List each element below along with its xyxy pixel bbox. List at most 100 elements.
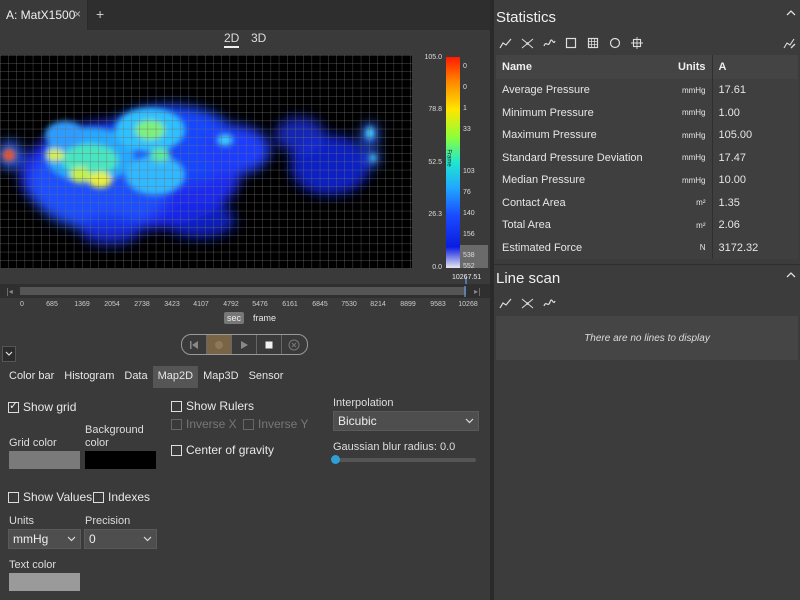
- checkbox-box: [171, 444, 182, 456]
- edit-chart-icon[interactable]: [782, 36, 796, 50]
- colorbar-value: 0: [463, 63, 467, 70]
- unit-sec-button[interactable]: sec: [224, 312, 245, 324]
- tab-color-bar[interactable]: Color bar: [4, 366, 59, 388]
- column-header-units[interactable]: Units: [667, 55, 713, 79]
- skip-to-start-button[interactable]: [182, 335, 207, 354]
- colorbar-value: 156: [463, 231, 475, 238]
- stop-button[interactable]: [257, 335, 282, 354]
- column-header-name[interactable]: Name: [496, 55, 668, 79]
- record-icon: [215, 340, 223, 349]
- stat-name: Estimated Force: [496, 236, 668, 259]
- record-button[interactable]: [207, 335, 232, 354]
- table-row[interactable]: Total Area m² 2.06: [496, 214, 798, 237]
- precision-label: Precision: [85, 515, 131, 527]
- units-label: Units: [9, 515, 35, 527]
- timeline-tick: 2738: [134, 301, 150, 308]
- timeline-tick: 7530: [341, 301, 357, 308]
- colorbar-value: 33: [463, 126, 471, 133]
- stat-value: 2.06: [712, 214, 798, 237]
- timeline-tick: 3423: [164, 301, 180, 308]
- document-tab[interactable]: A: MatX1500 ×: [0, 0, 88, 30]
- clear-button[interactable]: [282, 335, 307, 354]
- timeline-tick: 0: [20, 301, 24, 308]
- background-color-swatch[interactable]: [85, 451, 156, 469]
- crosshair-icon[interactable]: [630, 36, 644, 50]
- tab-map3d[interactable]: Map3D: [198, 366, 243, 388]
- circle-icon[interactable]: [608, 36, 622, 50]
- stat-unit: mmHg: [667, 124, 713, 147]
- inverse-x-checkbox[interactable]: Inverse X: [171, 417, 237, 431]
- stat-name: Contact Area: [496, 191, 668, 214]
- colorbar-value: 552: [463, 263, 475, 270]
- chevron-up-icon[interactable]: [786, 271, 796, 278]
- tab-data[interactable]: Data: [119, 366, 152, 388]
- text-color-swatch[interactable]: [9, 573, 80, 591]
- colorbar-tick: 78.8: [428, 106, 442, 113]
- colorbar-value: 76: [463, 189, 471, 196]
- colorbar-tick: 0.0: [432, 264, 442, 271]
- table-row[interactable]: Contact Area m² 1.35: [496, 191, 798, 214]
- center-of-gravity-checkbox[interactable]: Center of gravity: [171, 443, 274, 457]
- table-header-row: Name Units A: [496, 55, 798, 79]
- document-tab-label: A: MatX1500: [6, 8, 76, 22]
- stat-unit: m²: [667, 214, 713, 237]
- play-button[interactable]: [232, 335, 257, 354]
- table-row[interactable]: Standard Pressure Deviation mmHg 17.47: [496, 146, 798, 169]
- line-chart-icon[interactable]: [498, 36, 512, 50]
- tab-sensor[interactable]: Sensor: [244, 366, 289, 388]
- add-tab-button[interactable]: +: [96, 6, 104, 22]
- table-row[interactable]: Estimated Force N 3172.32: [496, 236, 798, 259]
- indexes-checkbox[interactable]: Indexes: [93, 490, 150, 504]
- scatter-icon[interactable]: [520, 36, 534, 50]
- statistics-table: Name Units A Average Pressure mmHg 17.61…: [496, 55, 798, 259]
- linescan-header[interactable]: Line scan: [494, 264, 800, 292]
- chevron-down-icon: [67, 536, 76, 542]
- timeline[interactable]: |◂ ▸| 0 685 1369 2054 2738 3423 4107 479…: [0, 284, 490, 314]
- column-header-a[interactable]: A: [712, 55, 798, 79]
- colorbar-tick: 52.5: [428, 159, 442, 166]
- collapse-settings-button[interactable]: [2, 346, 16, 362]
- close-icon[interactable]: ×: [74, 7, 81, 21]
- freehand-icon[interactable]: [542, 36, 556, 50]
- gaussian-blur-slider[interactable]: [331, 455, 476, 464]
- time-unit-toggle: sec frame: [224, 312, 279, 324]
- stat-unit: mmHg: [667, 79, 713, 102]
- linescan-toolbar: [498, 296, 556, 310]
- units-select[interactable]: mmHg: [8, 529, 81, 549]
- stat-unit: mmHg: [667, 146, 713, 169]
- show-values-checkbox[interactable]: Show Values: [8, 490, 92, 504]
- stat-unit: N: [667, 236, 713, 259]
- pressure-heatmap[interactable]: [0, 55, 412, 268]
- unit-frame-button[interactable]: frame: [250, 312, 279, 324]
- show-rulers-checkbox[interactable]: Show Rulers: [171, 399, 254, 413]
- table-row[interactable]: Minimum Pressure mmHg 1.00: [496, 101, 798, 124]
- view-3d-button[interactable]: 3D: [251, 31, 266, 45]
- scatter-icon[interactable]: [520, 296, 534, 310]
- tab-map2d[interactable]: Map2D: [152, 366, 199, 388]
- slider-handle[interactable]: [331, 455, 340, 464]
- view-2d-button[interactable]: 2D: [224, 31, 240, 48]
- grid-select-icon[interactable]: [586, 36, 600, 50]
- freehand-icon[interactable]: [542, 296, 556, 310]
- show-grid-checkbox[interactable]: Show grid: [8, 399, 76, 414]
- play-icon: [241, 340, 248, 349]
- stat-value: 3172.32: [712, 236, 798, 259]
- inverse-y-checkbox[interactable]: Inverse Y: [243, 417, 308, 431]
- statistics-header[interactable]: Statistics: [494, 3, 800, 31]
- interpolation-select[interactable]: Bicubic: [333, 411, 479, 431]
- table-row[interactable]: Median Pressure mmHg 10.00: [496, 169, 798, 192]
- rectangle-icon[interactable]: [564, 36, 578, 50]
- table-row[interactable]: Maximum Pressure mmHg 105.00: [496, 124, 798, 147]
- table-row[interactable]: Average Pressure mmHg 17.61: [496, 79, 798, 102]
- grid-color-swatch[interactable]: [9, 451, 80, 469]
- timeline-tick: 2054: [104, 301, 120, 308]
- timeline-tick: 5476: [252, 301, 268, 308]
- tab-histogram[interactable]: Histogram: [59, 366, 119, 388]
- line-chart-icon[interactable]: [498, 296, 512, 310]
- timeline-tick: 9583: [430, 301, 446, 308]
- precision-select[interactable]: 0: [84, 529, 157, 549]
- chevron-up-icon[interactable]: [786, 9, 796, 16]
- chevron-down-icon: [465, 418, 474, 424]
- grid-color-label: Grid color: [9, 437, 57, 449]
- timeline-tick: 4792: [223, 301, 239, 308]
